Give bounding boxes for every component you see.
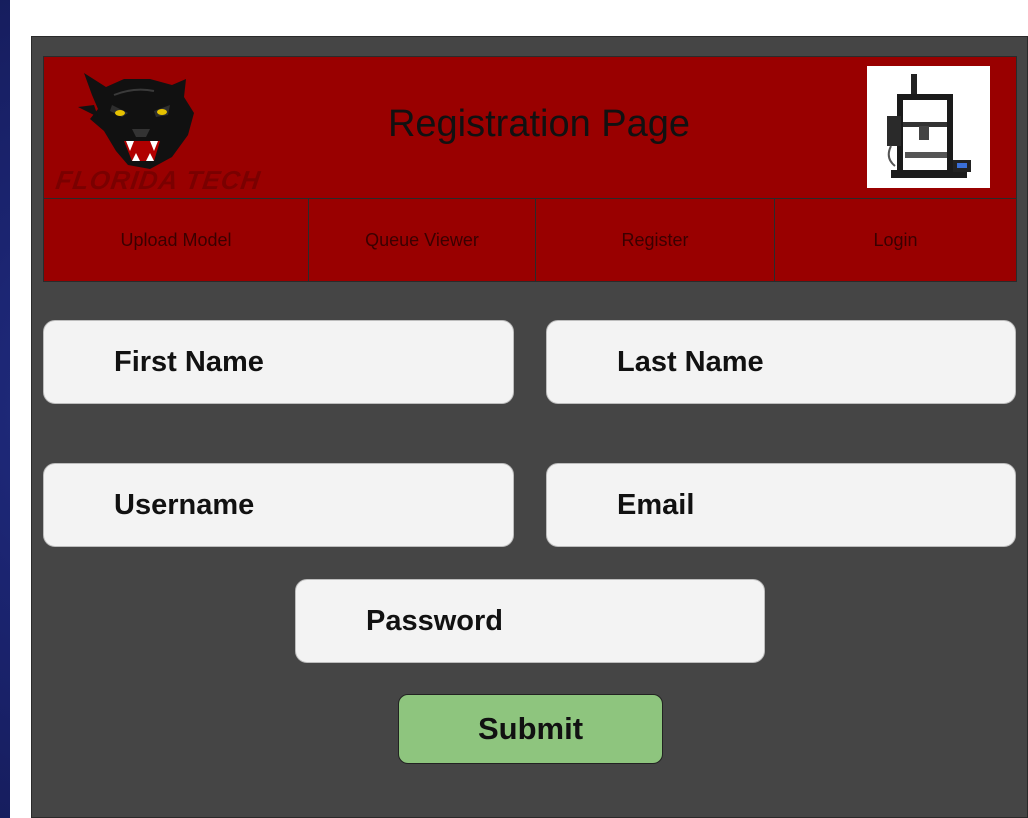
printer-image <box>867 66 990 188</box>
password-field[interactable]: Password <box>295 579 765 663</box>
username-field[interactable]: Username <box>43 463 514 547</box>
submit-button[interactable]: Submit <box>398 694 663 764</box>
nav-upload-model[interactable]: Upload Model <box>44 199 308 282</box>
last-name-field[interactable]: Last Name <box>546 320 1016 404</box>
nav-login[interactable]: Login <box>774 199 1016 282</box>
florida-tech-wordmark: FLORIDA TECH <box>53 165 263 195</box>
first-name-field[interactable]: First Name <box>43 320 514 404</box>
main-nav: Upload Model Queue Viewer Register Login <box>44 198 1016 282</box>
nav-queue-viewer[interactable]: Queue Viewer <box>308 199 535 282</box>
panther-logo[interactable]: FLORIDA TECH <box>54 65 263 195</box>
3d-printer-icon <box>887 74 971 178</box>
header-banner: FLORIDA TECH Registration Page <box>44 57 1016 198</box>
email-field[interactable]: Email <box>546 463 1016 547</box>
page-title: Registration Page <box>387 103 691 145</box>
nav-register[interactable]: Register <box>535 199 774 282</box>
site-header: FLORIDA TECH Registration Page Upload Mo… <box>43 56 1017 282</box>
